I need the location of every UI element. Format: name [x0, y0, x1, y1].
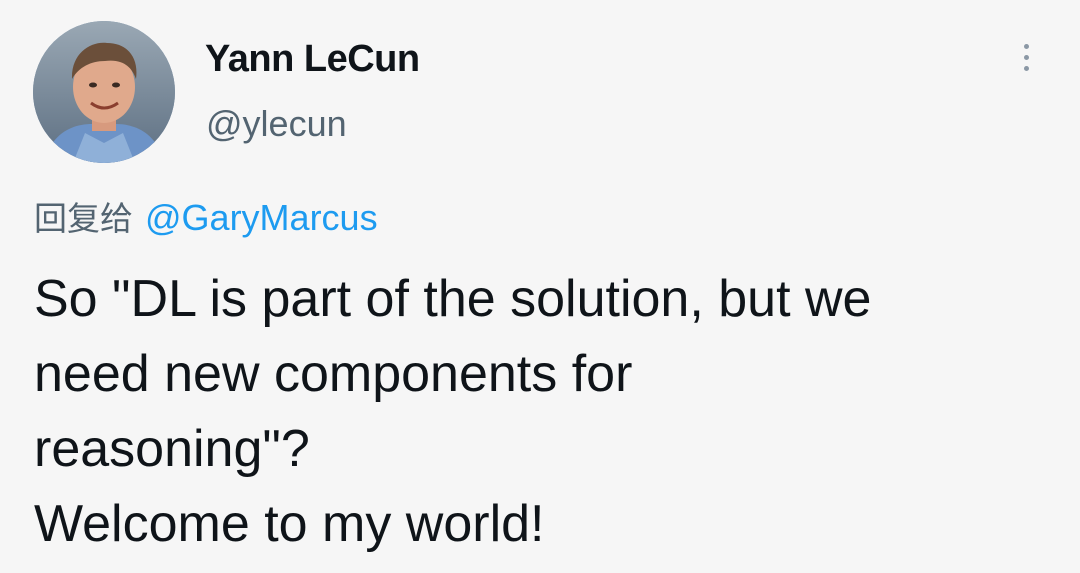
- display-name[interactable]: Yann LeCun: [205, 38, 420, 81]
- tweet-text-line: Welcome to my world!: [34, 495, 545, 553]
- tweet-card: Yann LeCun @ylecun 回复给 @GaryMarcus So "DL…: [0, 0, 1080, 573]
- reply-mention-link[interactable]: @GaryMarcus: [145, 197, 378, 238]
- tweet-text-line: So "DL is part of the solution, but we: [34, 270, 872, 328]
- more-vertical-icon[interactable]: [1017, 44, 1035, 82]
- tweet-text-line: need new components for: [34, 345, 633, 403]
- avatar[interactable]: [33, 21, 175, 163]
- reply-prefix: 回复给: [34, 199, 133, 238]
- reply-indicator: 回复给 @GaryMarcus: [34, 192, 378, 240]
- user-handle[interactable]: @ylecun: [206, 103, 347, 145]
- tweet-text-line: reasoning"?: [34, 420, 310, 478]
- tweet-text: So "DL is part of the solution, but we n…: [34, 262, 1044, 562]
- avatar-image: [33, 21, 175, 163]
